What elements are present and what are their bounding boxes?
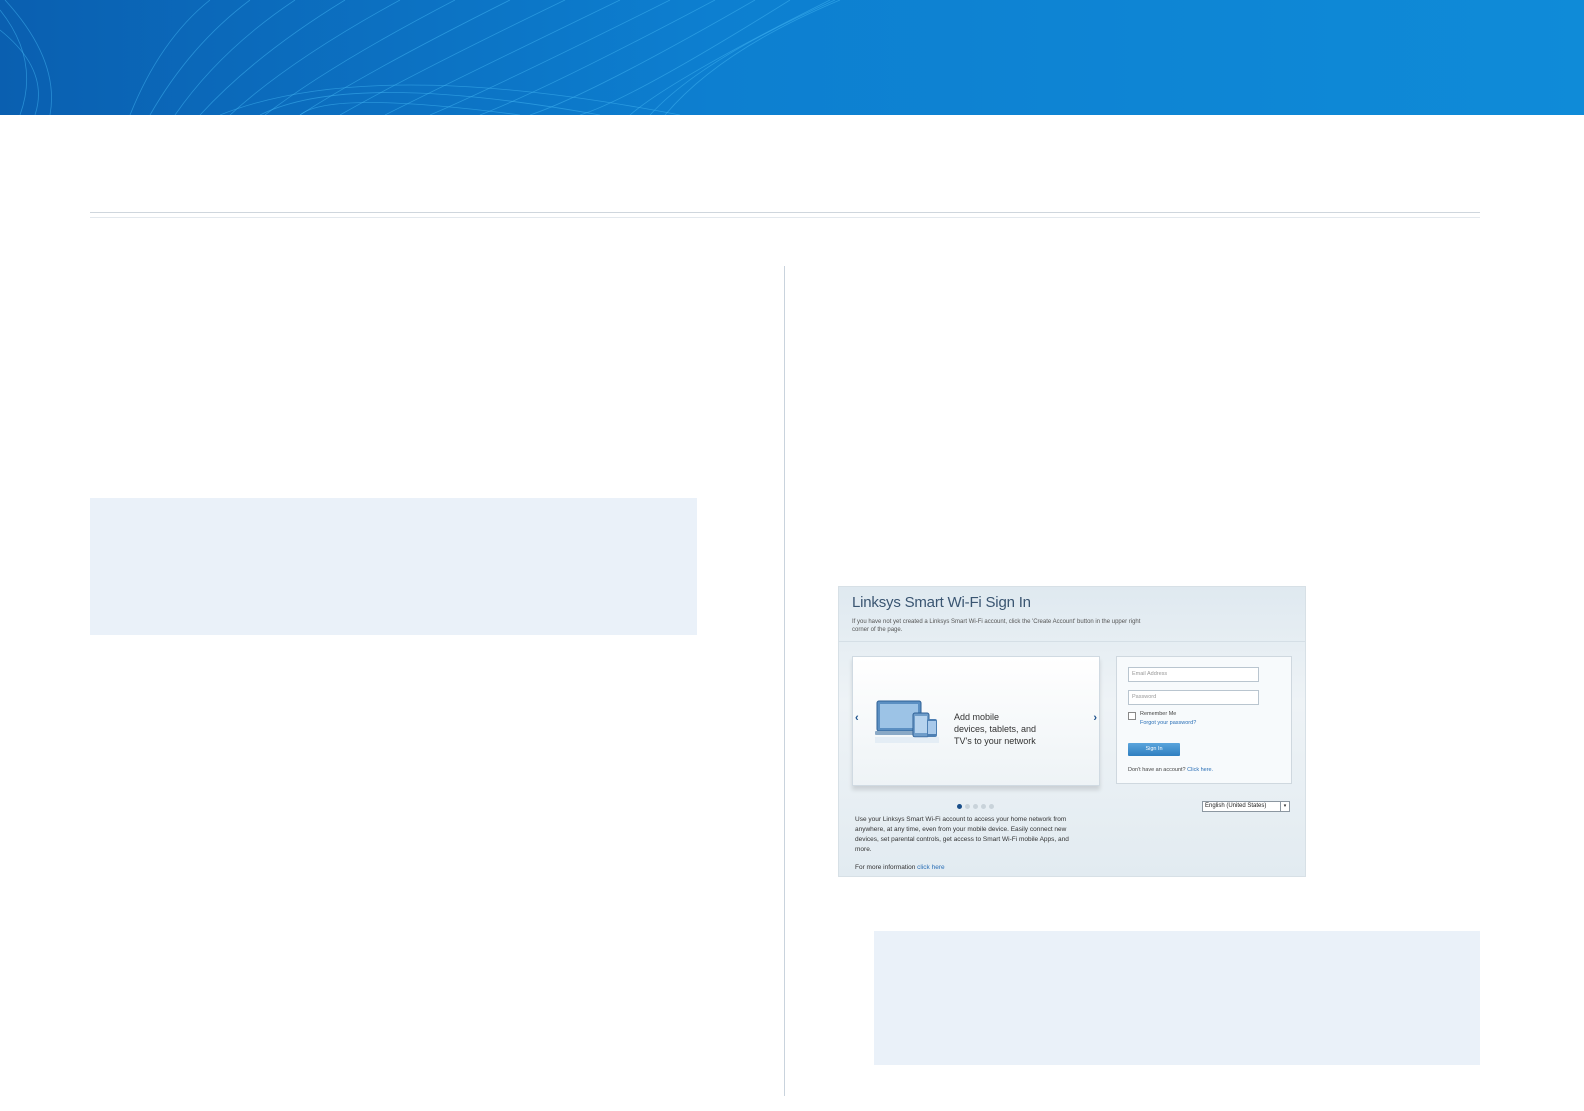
- chevron-left-icon[interactable]: ‹: [855, 712, 859, 724]
- more-info: For more information click here: [855, 864, 945, 871]
- forgot-password-link[interactable]: Forgot your password?: [1140, 720, 1196, 726]
- column-divider: [784, 266, 785, 1096]
- sign-in-button[interactable]: Sign In: [1128, 743, 1180, 756]
- language-select[interactable]: English (United States) ▾: [1202, 801, 1290, 812]
- more-info-label: For more information: [855, 864, 916, 871]
- remember-me-checkbox[interactable]: [1128, 712, 1136, 720]
- carousel-dots: [957, 796, 997, 814]
- carousel-text-line-1: Add mobile: [954, 712, 1000, 722]
- no-account-text: Don't have an account? Click here.: [1128, 767, 1213, 773]
- more-info-link[interactable]: click here: [917, 864, 944, 871]
- wave-pattern: [0, 0, 841, 115]
- account-description: Use your Linksys Smart Wi-Fi account to …: [855, 816, 1069, 853]
- language-value: English (United States): [1205, 803, 1267, 809]
- carousel-dot[interactable]: [981, 804, 986, 809]
- header-banner: [0, 0, 1584, 115]
- carousel-text-line-3: TV's to your network: [954, 736, 1036, 746]
- note-box-right: [874, 931, 1480, 1065]
- devices-icon: [875, 700, 939, 743]
- carousel-dot[interactable]: [973, 804, 978, 809]
- email-field[interactable]: Email Address: [1128, 667, 1259, 682]
- password-field[interactable]: Password: [1128, 690, 1259, 705]
- remember-me-label: Remember Me: [1140, 711, 1177, 717]
- header-rule: [90, 212, 1480, 213]
- dropdown-arrow-icon[interactable]: ▾: [1280, 802, 1289, 811]
- no-account-label: Don't have an account?: [1128, 767, 1186, 773]
- note-box-left: [90, 498, 697, 635]
- carousel-text: Add mobile devices, tablets, and TV's to…: [954, 711, 1064, 747]
- carousel-dot[interactable]: [957, 804, 962, 809]
- signin-form: Email Address Password Remember Me Forgo…: [1116, 656, 1292, 784]
- carousel-dot[interactable]: [989, 804, 994, 809]
- carousel-dot[interactable]: [965, 804, 970, 809]
- signin-subtitle: If you have not yet created a Linksys Sm…: [852, 619, 1141, 633]
- carousel-text-line-2: devices, tablets, and: [954, 724, 1037, 734]
- signin-title: Linksys Smart Wi-Fi Sign In: [852, 594, 1031, 611]
- create-account-link[interactable]: Click here.: [1187, 767, 1213, 773]
- chevron-right-icon[interactable]: ›: [1093, 712, 1097, 724]
- signin-screenshot: Linksys Smart Wi-Fi Sign In If you have …: [838, 586, 1306, 877]
- feature-carousel: ‹ › Add mobile devices, tablets, and TV'…: [852, 656, 1100, 786]
- title-separator: [839, 641, 1305, 642]
- header-rule-secondary: [90, 217, 1480, 218]
